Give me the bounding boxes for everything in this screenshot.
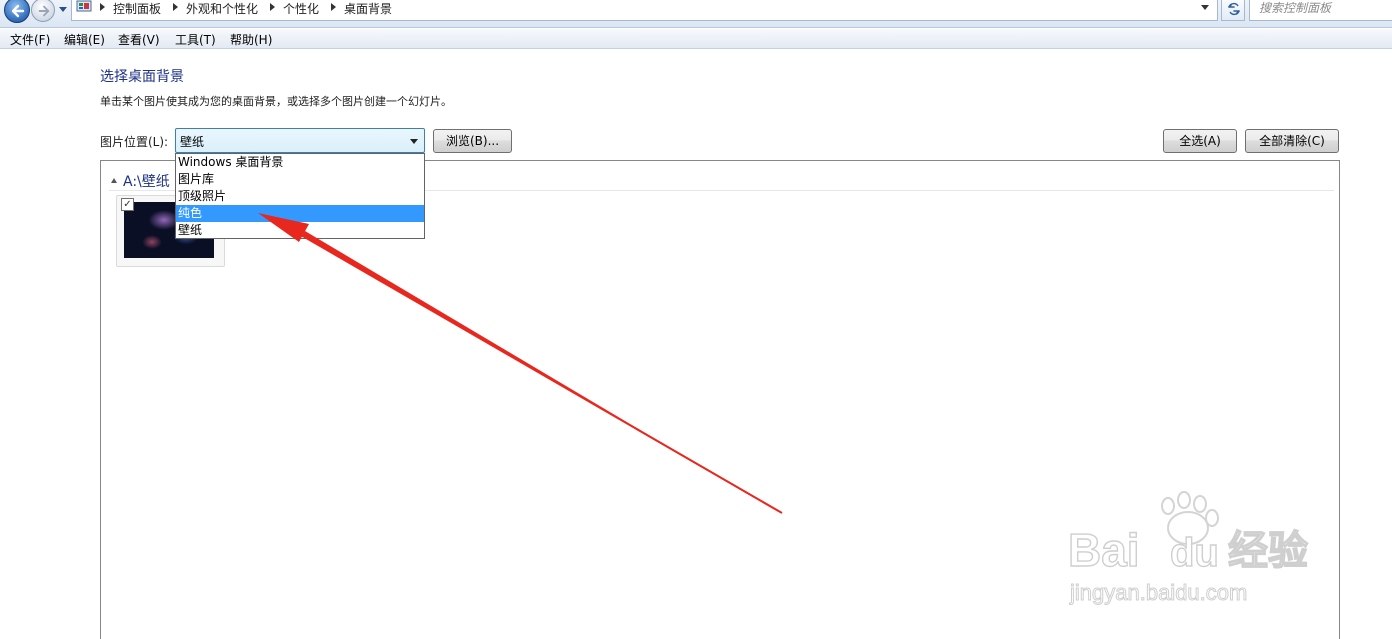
dropdown-option-top-rated-photos[interactable]: 顶级照片 [176, 188, 424, 205]
refresh-icon [1228, 2, 1240, 16]
control-panel-icon [76, 0, 92, 12]
dropdown-option-wallpaper[interactable]: 壁纸 [176, 222, 424, 239]
page-title: 选择桌面背景 [100, 69, 184, 85]
baidu-jingyan-watermark: Bai du 经验 jingyan.baidu.com [1067, 491, 1309, 606]
group-title: A:\壁纸 [123, 174, 170, 190]
checkbox-icon[interactable]: ✓ [121, 198, 134, 211]
menu-help[interactable]: 帮助(H) [230, 31, 272, 48]
forward-button[interactable] [31, 0, 55, 22]
chevron-down-icon[interactable] [1201, 5, 1209, 10]
refresh-button[interactable] [1221, 0, 1245, 21]
breadcrumb-control-panel[interactable]: 控制面板 [113, 0, 161, 17]
forward-arrow-icon [38, 5, 50, 17]
dropdown-option-windows-backgrounds[interactable]: Windows 桌面背景 [176, 154, 424, 171]
breadcrumb-personalization[interactable]: 个性化 [283, 0, 319, 17]
picture-location-dropdown-list: Windows 桌面背景 图片库 顶级照片 纯色 壁纸 [175, 153, 425, 239]
watermark-jingyan: 经验 [1228, 528, 1308, 574]
group-collapse-icon[interactable] [111, 178, 117, 183]
menu-file[interactable]: 文件(F) [10, 31, 50, 48]
watermark-url: jingyan.baidu.com [1069, 580, 1247, 605]
breadcrumb-desktop-background[interactable]: 桌面背景 [344, 0, 392, 17]
menu-view[interactable]: 查看(V) [118, 31, 160, 48]
menu-tools[interactable]: 工具(T) [175, 31, 216, 48]
breadcrumb-separator-icon[interactable] [270, 3, 275, 11]
history-dropdown-icon[interactable] [58, 4, 68, 14]
address-bar: 控制面板 外观和个性化 个性化 桌面背景 [0, 0, 1392, 28]
watermark-bai: Bai [1068, 524, 1140, 576]
search-box[interactable] [1249, 0, 1392, 21]
select-all-button[interactable]: 全选(A) [1163, 129, 1237, 153]
combo-arrow-icon[interactable] [410, 139, 418, 144]
breadcrumb-separator-icon[interactable] [331, 3, 336, 11]
breadcrumb[interactable]: 控制面板 外观和个性化 个性化 桌面背景 [71, 0, 1218, 21]
dropdown-option-pictures-library[interactable]: 图片库 [176, 171, 424, 188]
dropdown-option-solid-colors[interactable]: 纯色 [176, 205, 424, 222]
breadcrumb-appearance[interactable]: 外观和个性化 [186, 0, 258, 17]
clear-all-button[interactable]: 全部清除(C) [1245, 129, 1339, 153]
watermark-du: du [1170, 531, 1219, 575]
menu-edit[interactable]: 编辑(E) [64, 31, 105, 48]
breadcrumb-separator-icon[interactable] [173, 3, 178, 11]
search-input[interactable] [1259, 0, 1389, 17]
menu-bar: 文件(F) 编辑(E) 查看(V) 工具(T) 帮助(H) [0, 29, 1392, 49]
picture-location-combobox[interactable]: 壁纸 [175, 128, 425, 153]
breadcrumb-separator-icon[interactable] [100, 3, 105, 11]
back-button[interactable] [4, 0, 30, 23]
browse-button[interactable]: 浏览(B)... [433, 129, 512, 153]
picture-location-value: 壁纸 [180, 135, 205, 149]
back-arrow-icon [11, 4, 25, 18]
page-description: 单击某个图片使其成为您的桌面背景，或选择多个图片创建一个幻灯片。 [100, 95, 452, 108]
picture-location-label: 图片位置(L): [100, 135, 169, 149]
